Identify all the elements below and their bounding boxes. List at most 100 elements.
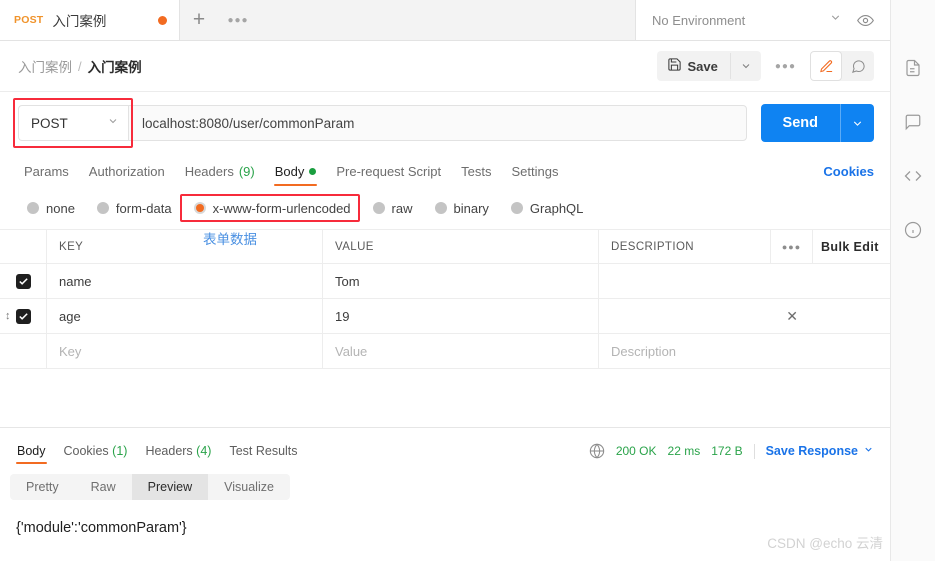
cookies-link[interactable]: Cookies (823, 164, 874, 186)
format-visualize[interactable]: Visualize (208, 474, 290, 500)
body-type-raw[interactable]: raw (362, 201, 424, 216)
tab-settings[interactable]: Settings (501, 164, 568, 186)
globe-icon (589, 443, 605, 459)
radio-icon (372, 202, 385, 214)
format-preview[interactable]: Preview (131, 474, 209, 500)
breadcrumb-separator: / (78, 58, 82, 74)
tab-settings-label: Settings (511, 164, 559, 179)
http-method-dropdown[interactable]: POST (18, 105, 128, 141)
floppy-disk-icon (667, 57, 682, 75)
breadcrumb-parent[interactable]: 入门案例 (18, 56, 72, 76)
row-checkbox-cell: ↕ (0, 308, 46, 324)
header-value: VALUE (322, 230, 598, 263)
save-button-group: Save (656, 51, 761, 81)
code-icon[interactable] (891, 153, 935, 199)
info-icon[interactable] (891, 207, 935, 253)
header-key: KEY (46, 230, 322, 263)
tab-body-label: Body (274, 164, 305, 179)
request-tab-entry[interactable]: POST 入门案例 (0, 0, 180, 40)
response-time: 22 ms (667, 444, 701, 458)
row-description[interactable] (598, 264, 890, 298)
url-bar: POST localhost:8080/user/commonParam Sen… (0, 92, 890, 154)
radio-icon (27, 202, 39, 214)
tab-body[interactable]: Body (265, 164, 327, 186)
response-divider (0, 427, 890, 428)
response-tab-headers-label: Headers (145, 444, 193, 458)
placeholder-key[interactable]: Key (46, 334, 322, 368)
tab-headers-label: Headers (184, 164, 234, 179)
request-more-options-ellipsis-icon[interactable]: ●●● (761, 61, 810, 72)
comment-icon[interactable] (842, 51, 874, 81)
format-raw[interactable]: Raw (75, 474, 132, 500)
header-description: DESCRIPTION (598, 230, 770, 263)
chevron-down-icon (107, 114, 119, 132)
tab-tests[interactable]: Tests (451, 164, 501, 186)
save-button[interactable]: Save (657, 51, 730, 81)
new-tab-icon[interactable]: + (180, 0, 218, 40)
save-response-button[interactable]: Save Response (766, 444, 874, 458)
environment-selector[interactable]: No Environment (635, 0, 890, 40)
radio-icon (510, 202, 523, 214)
placeholder-description[interactable]: Description (598, 334, 890, 368)
save-button-label: Save (687, 58, 718, 74)
placeholder-value[interactable]: Value (322, 334, 598, 368)
table-row[interactable]: ↕ age 19 ✕ (0, 299, 890, 334)
send-dropdown-caret-icon[interactable] (840, 104, 874, 142)
table-row[interactable]: name Tom (0, 264, 890, 299)
response-tab-headers[interactable]: Headers (4) (136, 444, 220, 464)
save-response-label: Save Response (765, 444, 858, 458)
close-icon[interactable]: ✕ (786, 308, 798, 325)
response-tab-cookies[interactable]: Cookies (1) (55, 444, 137, 464)
body-type-none-label: none (46, 200, 75, 216)
body-type-binary[interactable]: binary (424, 201, 500, 216)
body-has-content-dot (309, 168, 317, 175)
table-options-ellipsis-icon[interactable]: ●●● (770, 230, 812, 263)
response-tab-body-label: Body (17, 444, 46, 458)
response-format-bar: Pretty Raw Preview Visualize (10, 474, 290, 500)
row-value[interactable]: 19 (322, 299, 598, 333)
response-tab-cookies-label: Cookies (63, 444, 109, 458)
row-key[interactable]: name (46, 264, 322, 298)
bulk-edit-button[interactable]: Bulk Edit (812, 230, 890, 263)
body-type-none[interactable]: none (16, 201, 86, 216)
tab-options-ellipsis-icon[interactable]: ●●● (218, 0, 258, 40)
tab-authorization-label: Authorization (88, 164, 165, 179)
tab-authorization[interactable]: Authorization (79, 164, 175, 186)
breadcrumb-current: 入门案例 (87, 60, 142, 75)
row-value[interactable]: Tom (322, 264, 598, 298)
body-type-graphql-label: GraphQL (529, 200, 584, 216)
tab-params[interactable]: Params (14, 164, 79, 186)
checkbox-checked-icon[interactable] (15, 308, 31, 324)
environment-label: No Environment (652, 12, 746, 28)
response-tab-test-results[interactable]: Test Results (220, 444, 306, 464)
watermark: CSDN @echo 云清 (767, 536, 883, 551)
tab-headers[interactable]: Headers (9) (175, 164, 265, 186)
comment-icon[interactable] (891, 99, 935, 145)
pencil-icon[interactable] (810, 51, 842, 81)
body-type-form-data[interactable]: form-data (86, 201, 183, 216)
send-button[interactable]: Send (760, 104, 840, 142)
form-params-table: KEY VALUE DESCRIPTION ●●● Bulk Edit name… (0, 229, 890, 369)
table-placeholder-row[interactable]: Key Value Description (0, 334, 890, 369)
url-input[interactable]: localhost:8080/user/commonParam (128, 105, 747, 141)
eye-icon[interactable] (850, 12, 880, 29)
format-pretty[interactable]: Pretty (10, 474, 75, 500)
body-type-radio-group: none form-data x-www-form-urlencoded raw… (0, 192, 890, 224)
row-key[interactable]: age (46, 299, 322, 333)
checkbox-checked-icon[interactable] (15, 273, 31, 289)
row-description[interactable] (598, 299, 890, 333)
response-status: 200 OK (615, 444, 657, 458)
body-type-raw-label: raw (391, 200, 413, 216)
save-dropdown-caret-icon[interactable] (729, 53, 761, 79)
right-icon-rail (890, 0, 935, 561)
body-type-x-www-form-urlencoded[interactable]: x-www-form-urlencoded (179, 193, 362, 222)
tab-pre-request-script[interactable]: Pre-request Script (326, 164, 451, 186)
document-icon[interactable] (891, 45, 935, 91)
body-type-graphql[interactable]: GraphQL (500, 201, 594, 216)
radio-icon (96, 202, 109, 214)
response-tab-test-results-label: Test Results (229, 444, 298, 458)
tab-title-label: 入门案例 (52, 14, 107, 29)
response-tab-cookies-count: (1) (112, 444, 128, 458)
response-tab-body[interactable]: Body (8, 444, 55, 464)
drag-handle-icon[interactable]: ↕ (5, 310, 11, 322)
